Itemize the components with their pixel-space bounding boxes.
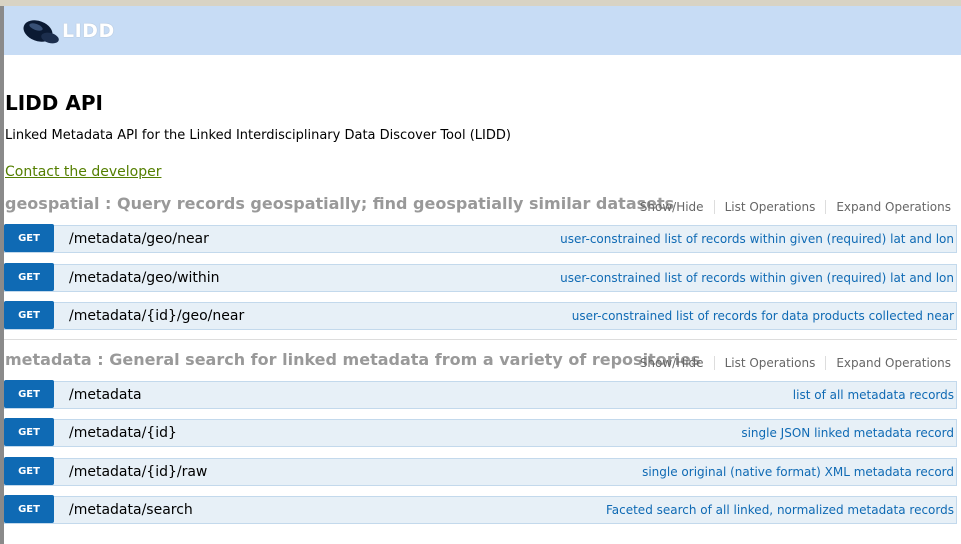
section-title[interactable]: geospatial : Query records geospatially;…: [5, 194, 674, 213]
get-method-badge[interactable]: GET: [4, 263, 54, 291]
endpoint-description[interactable]: single JSON linked metadata record: [741, 426, 954, 440]
list-operations-link[interactable]: List Operations: [725, 356, 816, 370]
endpoint-path[interactable]: /metadata/{id}/raw: [69, 464, 207, 480]
endpoint-description[interactable]: user-constrained list of records within …: [560, 271, 954, 285]
endpoint-row[interactable]: GET /metadata/{id}/raw single original (…: [4, 457, 957, 486]
endpoint-row[interactable]: GET /metadata/{id} single JSON linked me…: [4, 418, 957, 447]
endpoint-row[interactable]: GET /metadata/{id}/geo/near user-constra…: [4, 301, 957, 330]
main-content: LIDD API Linked Metadata API for the Lin…: [4, 55, 961, 544]
expand-operations-link[interactable]: Expand Operations: [836, 356, 951, 370]
endpoint-path[interactable]: /metadata: [69, 387, 142, 403]
section-operations: Show/Hide List Operations Expand Operati…: [640, 356, 951, 370]
logo-text: LIDD: [62, 20, 115, 42]
get-method-badge[interactable]: GET: [4, 224, 54, 252]
divider: [825, 356, 827, 370]
get-method-badge[interactable]: GET: [4, 380, 54, 408]
endpoint-row[interactable]: GET /metadata/geo/within user-constraine…: [4, 263, 957, 292]
section-divider: [4, 339, 957, 340]
divider: [825, 200, 827, 214]
endpoint-description[interactable]: user-constrained list of records for dat…: [572, 309, 954, 323]
endpoint-row[interactable]: GET /metadata/search Faceted search of a…: [4, 495, 957, 524]
contact-developer-link[interactable]: Contact the developer: [5, 164, 161, 180]
endpoint-path[interactable]: /metadata/{id}/geo/near: [69, 308, 244, 324]
divider: [713, 356, 715, 370]
endpoint-path[interactable]: /metadata/{id}: [69, 425, 177, 441]
endpoint-description[interactable]: single original (native format) XML meta…: [642, 465, 954, 479]
logo[interactable]: LIDD: [20, 16, 115, 46]
show-hide-link[interactable]: Show/Hide: [640, 356, 704, 370]
show-hide-link[interactable]: Show/Hide: [640, 200, 704, 214]
get-method-badge[interactable]: GET: [4, 301, 54, 329]
divider: [713, 200, 715, 214]
get-method-badge[interactable]: GET: [4, 495, 54, 523]
endpoint-row[interactable]: GET /metadata list of all metadata recor…: [4, 380, 957, 409]
expand-operations-link[interactable]: Expand Operations: [836, 200, 951, 214]
list-operations-link[interactable]: List Operations: [725, 200, 816, 214]
header-bar: LIDD: [4, 6, 961, 55]
endpoint-description[interactable]: Faceted search of all linked, normalized…: [606, 503, 954, 517]
get-method-badge[interactable]: GET: [4, 457, 54, 485]
get-method-badge[interactable]: GET: [4, 418, 54, 446]
page-subtitle: Linked Metadata API for the Linked Inter…: [5, 128, 511, 143]
section-metadata-header: metadata : General search for linked met…: [4, 350, 955, 376]
page-title: LIDD API: [5, 91, 103, 115]
endpoint-description[interactable]: list of all metadata records: [793, 388, 954, 402]
cap-logo-icon: [20, 16, 60, 46]
endpoint-description[interactable]: user-constrained list of records within …: [560, 232, 954, 246]
endpoint-path[interactable]: /metadata/search: [69, 502, 193, 518]
section-geospatial-header: geospatial : Query records geospatially;…: [4, 194, 955, 220]
endpoint-row[interactable]: GET /metadata/geo/near user-constrained …: [4, 224, 957, 253]
section-title[interactable]: metadata : General search for linked met…: [5, 350, 700, 369]
section-operations: Show/Hide List Operations Expand Operati…: [640, 200, 951, 214]
endpoint-path[interactable]: /metadata/geo/near: [69, 231, 209, 247]
endpoint-path[interactable]: /metadata/geo/within: [69, 270, 220, 286]
